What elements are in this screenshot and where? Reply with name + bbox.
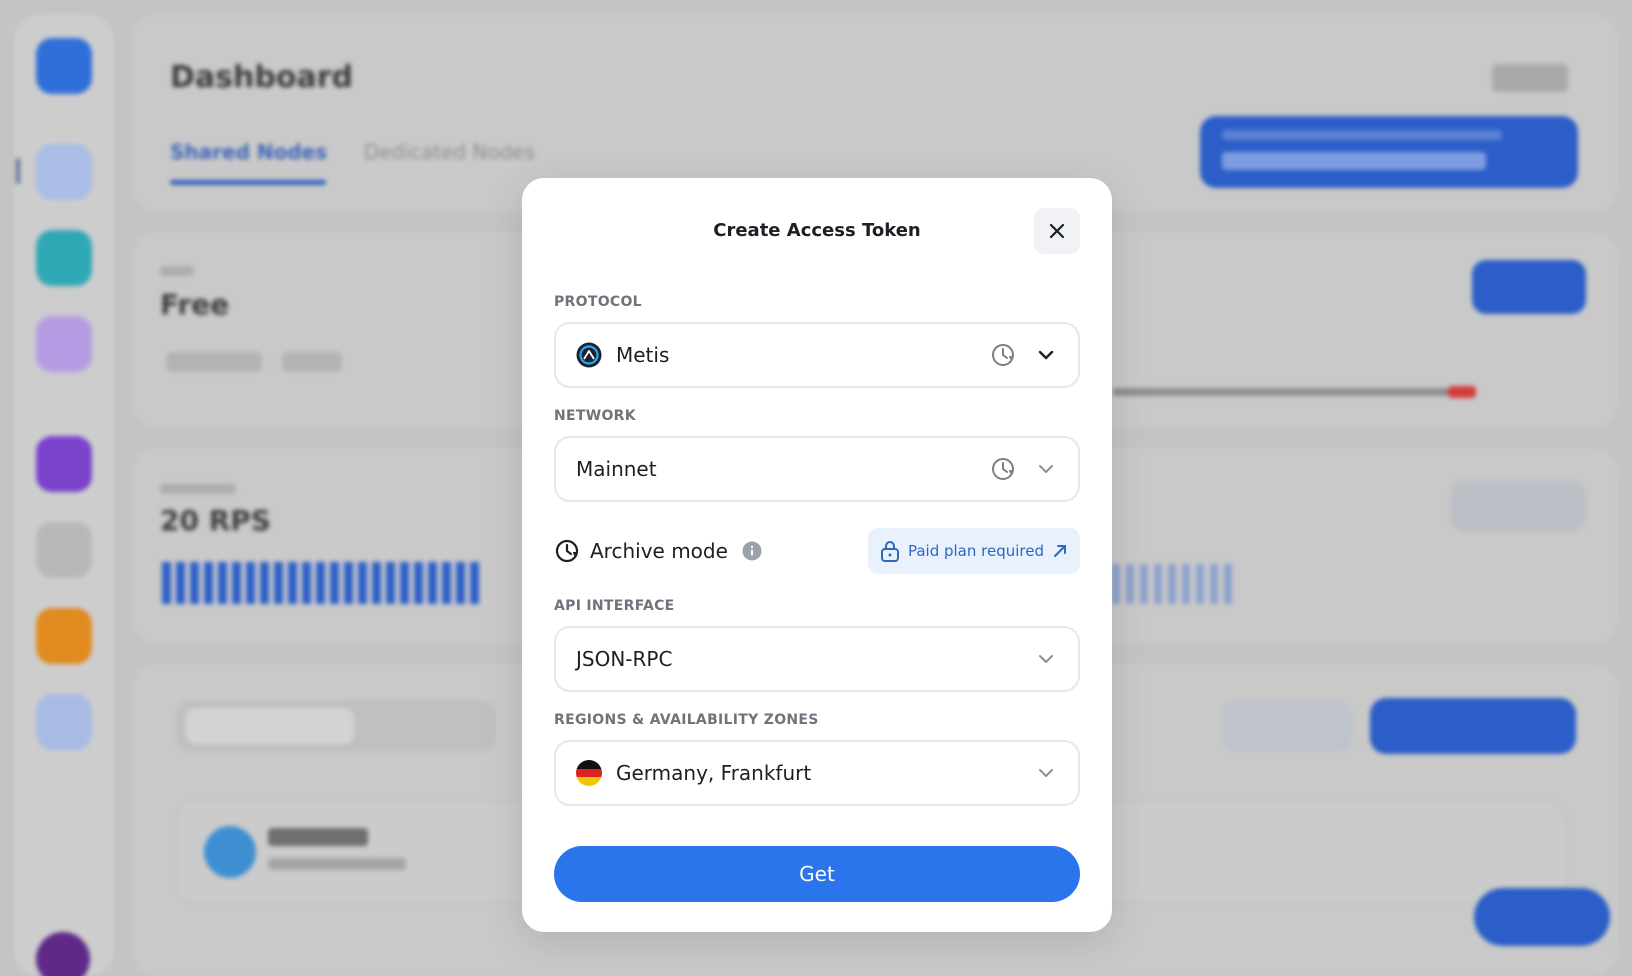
chevron-down-icon xyxy=(1039,769,1053,777)
sidebar-file-icon[interactable] xyxy=(36,522,92,578)
api-interface-label: API INTERFACE xyxy=(554,598,675,614)
chevron-down-icon xyxy=(1038,350,1054,360)
reset-date xyxy=(1498,346,1550,390)
sidebar-link-icon[interactable] xyxy=(36,230,92,286)
rps-bars xyxy=(162,562,484,604)
code-button[interactable] xyxy=(1222,700,1352,752)
modal-title: Create Access Token xyxy=(713,220,921,241)
network-value: Mainnet xyxy=(576,457,657,481)
unlock-button[interactable] xyxy=(1472,260,1586,314)
archive-mode-icon xyxy=(555,539,579,563)
archive-mode-label: Archive mode xyxy=(590,539,728,563)
ci-balance-label xyxy=(1376,70,1380,86)
protocol-value: Metis xyxy=(616,343,670,367)
api-interface-value: JSON-RPC xyxy=(576,647,673,671)
archive-mode-row: Archive mode Paid plan required xyxy=(554,528,1080,574)
paid-plan-label: Paid plan required xyxy=(907,542,1044,560)
network-label: NETWORK xyxy=(554,408,636,424)
usage-progress xyxy=(1112,388,1476,396)
ethereum-icon xyxy=(204,826,256,878)
page-title: Dashboard xyxy=(170,60,353,95)
protocol-select[interactable]: Metis xyxy=(554,322,1080,388)
statistics-button[interactable] xyxy=(1450,480,1586,532)
create-access-token-modal: Create Access Token PROTOCOL Metis NETWO… xyxy=(522,178,1112,932)
promo-banner[interactable] xyxy=(1200,116,1578,188)
sidebar-bulb-icon[interactable] xyxy=(36,608,92,664)
sidebar-chat-icon[interactable] xyxy=(36,436,92,492)
close-icon xyxy=(1049,223,1065,239)
info-icon[interactable] xyxy=(742,541,762,561)
plan-name: Free xyxy=(160,288,230,321)
archive-icon xyxy=(992,344,1014,366)
tab-shared-nodes[interactable]: Shared Nodes xyxy=(170,140,327,164)
rps-bars xyxy=(1112,564,1236,604)
endpoint-name xyxy=(268,828,368,846)
endpoint-subtitle xyxy=(268,858,406,870)
sidebar-play-icon[interactable] xyxy=(36,694,92,750)
chevron-down-icon xyxy=(1039,465,1053,473)
external-link-icon xyxy=(1054,545,1066,557)
plan-label xyxy=(160,266,194,276)
tab-endpoints[interactable] xyxy=(186,708,354,744)
help-button[interactable] xyxy=(1474,888,1610,946)
plan-chip xyxy=(166,352,262,372)
api-interface-select[interactable]: JSON-RPC xyxy=(554,626,1080,692)
region-value: Germany, Frankfurt xyxy=(616,761,812,785)
network-select[interactable]: Mainnet xyxy=(554,436,1080,502)
region-select[interactable]: Germany, Frankfurt xyxy=(554,740,1080,806)
germany-flag-icon xyxy=(576,760,602,786)
rate-limit-label xyxy=(160,484,236,494)
sidebar-active-indicator xyxy=(16,158,20,184)
archive-icon xyxy=(992,458,1014,480)
tab-active-underline xyxy=(170,180,326,185)
sidebar-dashboard-icon[interactable] xyxy=(36,144,92,200)
plan-chip xyxy=(282,352,342,372)
chevron-down-icon xyxy=(1039,655,1053,663)
tab-dedicated-nodes[interactable]: Dedicated Nodes xyxy=(364,140,535,164)
paid-plan-required-link[interactable]: Paid plan required xyxy=(867,528,1080,574)
region-label: REGIONS & AVAILABILITY ZONES xyxy=(554,712,819,728)
usage-progress-fill xyxy=(1448,386,1476,398)
app-logo-icon xyxy=(36,38,92,94)
sidebar-docs-icon[interactable] xyxy=(36,316,92,372)
rps-value: 20 RPS xyxy=(160,504,271,537)
protocol-label: PROTOCOL xyxy=(554,294,642,310)
metis-logo-icon xyxy=(576,342,602,368)
lock-icon xyxy=(880,541,899,562)
ci-balance-value xyxy=(1492,64,1568,92)
close-button[interactable] xyxy=(1034,208,1080,254)
get-button[interactable]: Get xyxy=(554,846,1080,902)
get-endpoint-button[interactable] xyxy=(1370,698,1576,754)
